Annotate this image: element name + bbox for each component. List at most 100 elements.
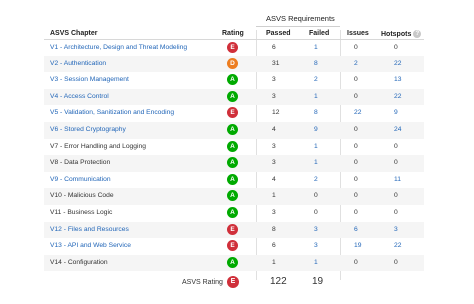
failed-count[interactable]: 1: [314, 258, 318, 268]
chapter-name[interactable]: V6 - Stored Cryptography: [50, 125, 126, 135]
chapter-name: V7 - Error Handling and Logging: [50, 142, 146, 150]
column-header-passed: Passed: [266, 30, 291, 37]
failed-count[interactable]: 3: [314, 225, 318, 235]
failed-count[interactable]: 8: [314, 108, 318, 118]
issues-count: 0: [354, 44, 358, 51]
table-row: V7 - Error Handling and Logging A 3 1 0 0: [44, 139, 424, 156]
table-row: V1 - Architecture, Design and Threat Mod…: [44, 39, 424, 57]
table-row: V5 - Validation, Sanitization and Encodi…: [44, 105, 424, 122]
hotspots-count[interactable]: 22: [394, 59, 401, 69]
hotspots-count[interactable]: 22: [394, 92, 401, 102]
issues-count: 0: [354, 92, 358, 100]
chapter-name: V11 - Business Logic: [50, 209, 113, 216]
hotspots-count[interactable]: 22: [394, 241, 401, 251]
issues-count[interactable]: 22: [354, 108, 361, 118]
hotspots-count[interactable]: 13: [394, 75, 401, 85]
table-row: V10 - Malicious Code A 1 0 0 0: [44, 188, 424, 205]
issues-count[interactable]: 6: [354, 225, 358, 235]
issues-count: 0: [354, 76, 358, 84]
hotspots-count: 0: [394, 192, 398, 200]
column-header-hotspots-label: Hotspots: [381, 30, 412, 38]
failed-count[interactable]: 1: [314, 158, 318, 168]
rating-badge: E: [227, 107, 238, 119]
passed-count: 31: [272, 59, 280, 67]
hotspots-count: 0: [394, 142, 398, 150]
failed-count: 0: [314, 209, 318, 216]
chapter-name[interactable]: V12 - Files and Resources: [50, 225, 129, 235]
hotspots-count[interactable]: 24: [394, 125, 401, 135]
rating-badge: A: [227, 173, 238, 185]
failed-count[interactable]: 1: [314, 43, 318, 53]
rating-badge: A: [227, 157, 238, 169]
table-row: V3 - Session Management A 3 2 0 13: [44, 72, 424, 89]
rating-badge: A: [227, 190, 238, 202]
chapter-name[interactable]: V5 - Validation, Sanitization and Encodi…: [50, 108, 174, 118]
passed-count: 4: [272, 126, 276, 133]
total-failed: 19: [312, 276, 324, 287]
issues-count[interactable]: 2: [354, 59, 358, 69]
failed-count[interactable]: 2: [314, 75, 318, 85]
chapter-name: V8 - Data Protection: [50, 159, 111, 167]
column-header-rating: Rating: [222, 30, 244, 37]
column-header-chapter: ASVS Chapter: [50, 30, 98, 37]
passed-count: 3: [272, 142, 276, 150]
rating-badge: E: [227, 223, 238, 235]
chapter-name: V10 - Malicious Code: [50, 192, 114, 200]
failed-count[interactable]: 9: [314, 125, 318, 135]
chapter-name: V14 - Configuration: [50, 258, 108, 266]
rating-badge: A: [227, 256, 238, 268]
passed-count: 8: [272, 225, 276, 233]
passed-count: 4: [272, 175, 276, 183]
rating-badge: A: [227, 74, 238, 86]
total-passed: 122: [270, 276, 287, 287]
failed-count[interactable]: 2: [314, 175, 318, 185]
rating-badge: A: [227, 140, 238, 152]
passed-count: 1: [272, 192, 276, 200]
issues-count: 0: [354, 159, 358, 167]
hotspots-count[interactable]: 9: [394, 108, 398, 118]
chapter-name[interactable]: V9 - Communication: [50, 175, 111, 185]
passed-count: 6: [272, 242, 276, 250]
passed-count: 1: [272, 258, 276, 266]
chapter-name[interactable]: V2 - Authentication: [50, 59, 106, 69]
rating-badge: D: [227, 57, 238, 69]
chapter-name[interactable]: V13 - API and Web Service: [50, 241, 131, 251]
table-row: V13 - API and Web Service E 6 3 19 22: [44, 238, 424, 255]
column-header-failed: Failed: [309, 30, 330, 37]
hotspots-count[interactable]: 3: [394, 225, 398, 235]
table-row: V12 - Files and Resources E 8 3 6 3: [44, 221, 424, 239]
chapter-name[interactable]: V1 - Architecture, Design and Threat Mod…: [50, 43, 187, 53]
hotspots-count: 0: [394, 258, 398, 266]
group-title: ASVS Requirements: [266, 14, 335, 23]
help-icon[interactable]: ?: [413, 30, 422, 38]
failed-count[interactable]: 3: [314, 241, 318, 251]
failed-count[interactable]: 1: [314, 92, 318, 102]
table-row: V8 - Data Protection A 3 1 0 0: [44, 155, 424, 172]
table-row: V11 - Business Logic A 3 0 0 0: [44, 205, 424, 222]
issues-count[interactable]: 19: [354, 241, 361, 251]
group-divider: [256, 26, 340, 27]
passed-count: 3: [272, 159, 276, 167]
table-row: V2 - Authentication D 31 8 2 22: [44, 55, 424, 73]
chapter-name[interactable]: V3 - Session Management: [50, 75, 129, 85]
rating-badge: A: [227, 90, 238, 102]
column-header-hotspots: Hotspots?: [381, 30, 422, 38]
hotspots-count: 0: [394, 209, 398, 216]
asvs-rating-label: ASVS Rating: [182, 279, 223, 286]
passed-count: 12: [272, 109, 280, 117]
failed-count[interactable]: 8: [314, 59, 318, 69]
table-row: V9 - Communication A 4 2 0 11: [44, 172, 424, 189]
asvs-rating-badge: E: [227, 276, 239, 288]
column-header-issues: Issues: [347, 30, 369, 37]
issues-count: 0: [354, 209, 358, 216]
hotspots-count: 0: [394, 159, 398, 167]
rating-badge: A: [227, 207, 238, 218]
issues-count: 0: [354, 142, 358, 150]
passed-count: 6: [272, 44, 276, 51]
failed-count[interactable]: 1: [314, 142, 318, 152]
passed-count: 3: [272, 92, 276, 100]
rating-badge: E: [227, 42, 238, 53]
hotspots-count[interactable]: 11: [394, 175, 401, 185]
chapter-name[interactable]: V4 - Access Control: [50, 92, 109, 102]
issues-count: 0: [354, 126, 358, 133]
